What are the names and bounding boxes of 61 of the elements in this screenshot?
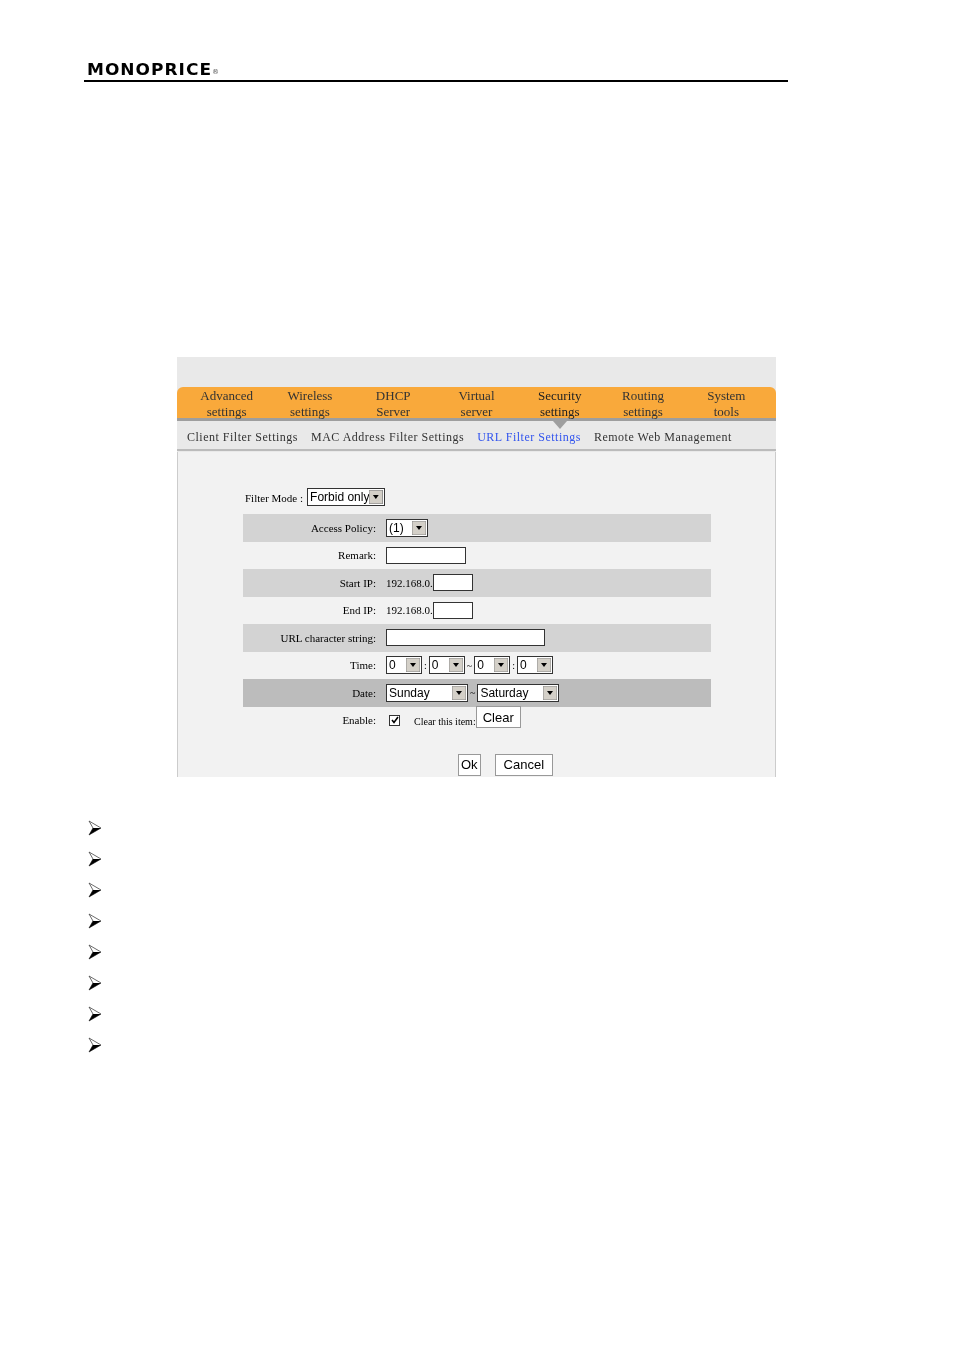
- caret-icon: [537, 658, 551, 673]
- input-field[interactable]: [432, 601, 473, 619]
- field-label: Date:: [352, 686, 376, 699]
- nav-tab[interactable]: DHCP Server: [375, 387, 411, 418]
- caret-icon: [448, 658, 463, 673]
- arrow-bullet-icon: [88, 851, 102, 867]
- logo: MONOPRICE: [87, 62, 212, 79]
- caret-icon: [452, 685, 466, 700]
- sub-tab[interactable]: Remote Web Management: [593, 428, 732, 446]
- ip-prefix: 192.168.0.: [386, 603, 433, 618]
- nav-tab[interactable]: Advanced settings: [200, 387, 253, 418]
- arrow-bullet-icon: [88, 944, 102, 960]
- nav-tab[interactable]: Routing settings: [622, 387, 664, 418]
- dropdown[interactable]: 0: [474, 656, 511, 675]
- field-label: End IP:: [342, 604, 376, 616]
- arrow-bullet-icon: [88, 1037, 102, 1053]
- separator: ~: [465, 658, 474, 673]
- sub-tab[interactable]: Client Filter Settings: [187, 428, 298, 446]
- field-label: Access Policy:: [310, 521, 376, 534]
- dropdown[interactable]: 0: [517, 656, 553, 675]
- dropdown[interactable]: Saturday: [477, 683, 560, 702]
- checkbox[interactable]: [389, 714, 400, 726]
- arrow-bullet-icon: [88, 1006, 102, 1022]
- dropdown[interactable]: 0: [386, 656, 422, 675]
- form-button[interactable]: Ok: [457, 754, 481, 776]
- caret-icon: [412, 520, 426, 535]
- field-label: Time:: [350, 659, 376, 671]
- dropdown[interactable]: Forbid only: [307, 488, 386, 506]
- nav-tab[interactable]: System tools: [707, 387, 746, 418]
- input-field[interactable]: [386, 629, 545, 647]
- field-label: Remark:: [338, 549, 376, 561]
- dropdown[interactable]: 0: [428, 656, 465, 675]
- check-icon: [390, 716, 399, 725]
- field-label: URL character string:: [280, 631, 376, 644]
- nav-tab[interactable]: Wireless settings: [287, 387, 333, 418]
- sub-tab[interactable]: MAC Address Filter Settings: [311, 428, 465, 446]
- separator: :: [423, 658, 428, 673]
- arrow-bullet-icon: [88, 913, 102, 929]
- nav-tab[interactable]: Virtual server: [458, 387, 495, 418]
- separator: :: [511, 658, 516, 673]
- arrow-bullet-icon: [88, 975, 102, 991]
- separator: ~: [470, 686, 476, 701]
- sub-tab[interactable]: URL Filter Settings: [477, 428, 581, 446]
- caret-icon: [406, 658, 420, 673]
- form-button[interactable]: Cancel: [494, 754, 554, 776]
- arrow-bullet-icon: [88, 820, 102, 836]
- clear-label: Clear this item:: [414, 715, 476, 730]
- caret-icon: [494, 658, 509, 673]
- filter-mode-label: Filter Mode :: [245, 491, 304, 507]
- dropdown[interactable]: Sunday: [386, 683, 468, 702]
- field-label: Start IP:: [339, 576, 376, 589]
- clear-button[interactable]: Clear: [475, 706, 521, 729]
- input-field[interactable]: [386, 546, 466, 564]
- ip-prefix: 192.168.0.: [386, 575, 433, 591]
- arrow-bullet-icon: [88, 882, 102, 898]
- caret-icon: [369, 490, 384, 504]
- caret-icon: [543, 685, 558, 700]
- field-label: Enable:: [342, 714, 376, 726]
- nav-tab[interactable]: Security settings: [538, 387, 582, 418]
- input-field[interactable]: [432, 574, 473, 592]
- dropdown[interactable]: (1): [386, 518, 428, 537]
